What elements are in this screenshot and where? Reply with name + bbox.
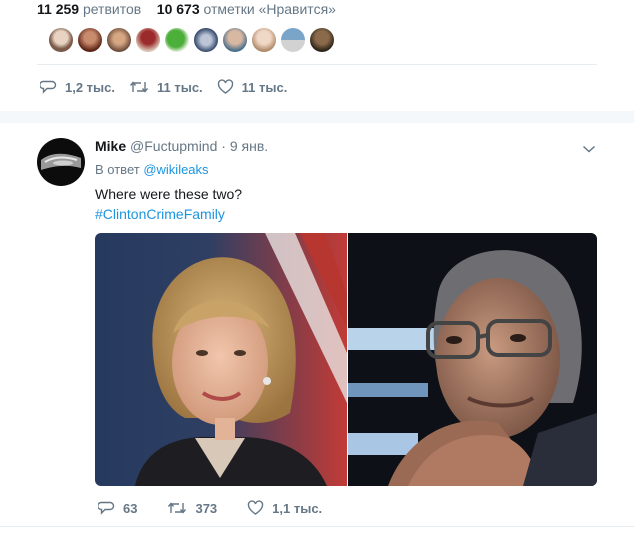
divider [37, 64, 597, 65]
photo-right[interactable] [348, 233, 597, 486]
reply-prefix: В ответ [95, 162, 140, 177]
dot-separator: · [221, 138, 226, 154]
likers-avatars [49, 28, 334, 52]
more-options-button[interactable] [582, 141, 596, 159]
likes-count[interactable]: 10 673 [157, 1, 200, 17]
engagement-stats: 11 259 ретвитов 10 673 отметки «Нравится… [37, 0, 336, 18]
tweet-date[interactable]: 9 янв. [230, 138, 268, 154]
retweet-count: 11 тыс. [157, 79, 203, 95]
retweet-icon [168, 502, 187, 514]
retweet-button[interactable]: 373 [167, 500, 217, 516]
tweet-text: Where were these two? [95, 186, 243, 202]
avatar[interactable] [37, 138, 85, 186]
retweet-icon [129, 81, 149, 93]
reply-button[interactable]: 63 [98, 500, 137, 516]
reply-icon [98, 501, 115, 515]
tweet-actions: 63 373 1,1 тыс. [98, 500, 336, 516]
reply-count: 1,2 тыс. [65, 79, 115, 95]
like-button[interactable]: 11 тыс. [217, 79, 288, 95]
reply-context: В ответ @wikileaks [95, 161, 209, 179]
likes-label[interactable]: отметки «Нравится» [204, 1, 336, 17]
author-handle[interactable]: @Fuctupmind [130, 138, 217, 154]
reply-to-link[interactable]: @wikileaks [143, 162, 208, 177]
retweets-count[interactable]: 11 259 [37, 1, 79, 17]
author-name[interactable]: Mike [95, 138, 126, 154]
reply-button[interactable]: 1,2 тыс. [40, 79, 115, 95]
avatar[interactable] [107, 28, 131, 52]
reply-icon [40, 80, 57, 94]
avatar[interactable] [310, 28, 334, 52]
reply-count: 63 [123, 500, 138, 516]
tweet-header: Mike @Fuctupmind · 9 янв. [95, 137, 268, 155]
chevron-down-icon [582, 145, 596, 153]
avatar[interactable] [194, 28, 218, 52]
divider [0, 526, 634, 527]
avatar[interactable] [165, 28, 189, 52]
avatar[interactable] [49, 28, 73, 52]
avatar[interactable] [281, 28, 305, 52]
avatar[interactable] [252, 28, 276, 52]
photo-left[interactable] [95, 233, 347, 486]
heart-icon [217, 79, 233, 94]
heart-icon [247, 500, 264, 515]
like-count: 11 тыс. [241, 79, 288, 95]
tweet-separator [0, 111, 634, 123]
avatar[interactable] [78, 28, 102, 52]
hashtag-link[interactable]: #ClintonCrimeFamily [95, 205, 225, 223]
like-count: 1,1 тыс. [272, 500, 323, 516]
top-tweet-actions: 1,2 тыс. 11 тыс. 11 тыс. [40, 79, 301, 95]
retweets-label[interactable]: ретвитов [83, 1, 141, 17]
retweet-count: 373 [195, 500, 218, 516]
tweet-media[interactable] [95, 233, 597, 486]
avatar[interactable] [136, 28, 160, 52]
like-button[interactable]: 1,1 тыс. [247, 500, 322, 516]
avatar[interactable] [223, 28, 247, 52]
retweet-button[interactable]: 11 тыс. [129, 79, 203, 95]
